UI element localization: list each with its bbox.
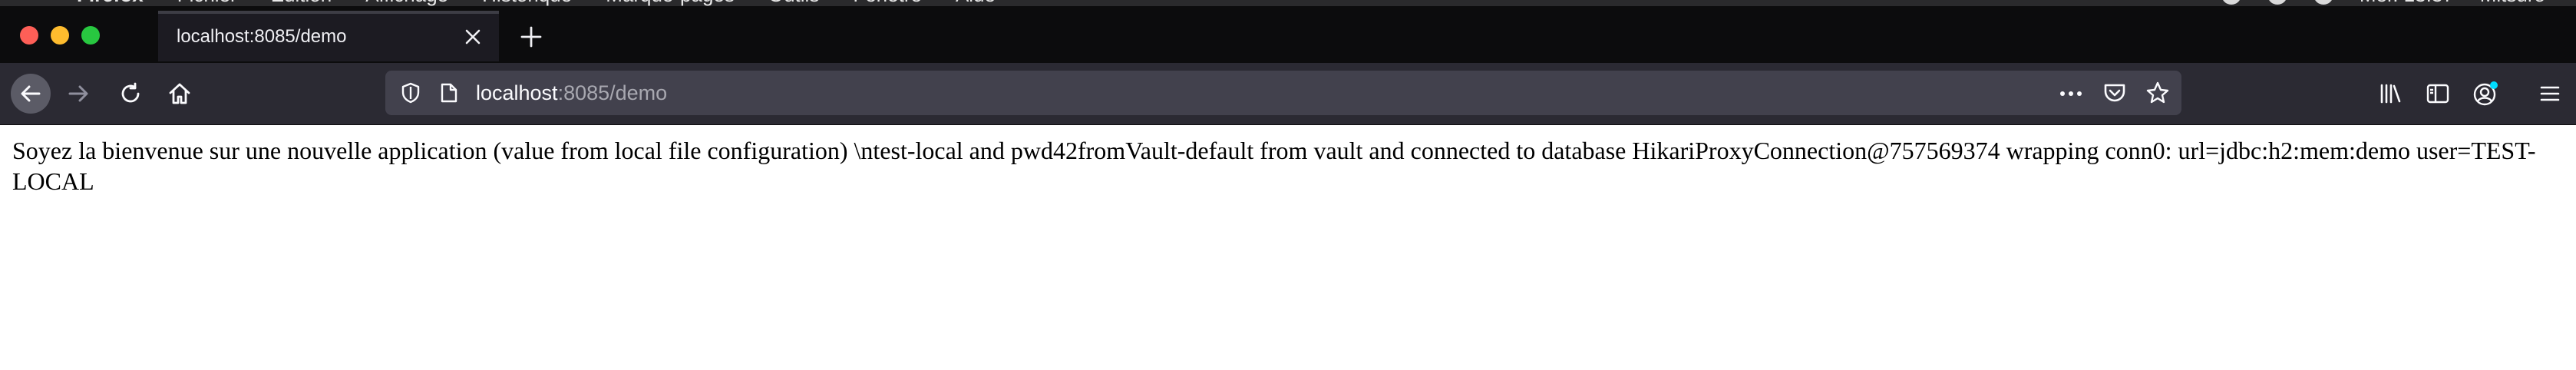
os-menu-item[interactable]: Marque-pages (606, 0, 735, 6)
back-arrow-icon[interactable] (11, 74, 51, 114)
star-icon[interactable] (2143, 78, 2172, 107)
sidebar-icon[interactable] (2421, 77, 2455, 111)
os-menu-item[interactable]: Historique (482, 0, 572, 6)
pocket-icon[interactable] (2100, 78, 2129, 107)
os-clock[interactable]: Mer. 13:37 (2360, 0, 2454, 6)
window-close-button[interactable] (20, 26, 38, 45)
home-icon[interactable] (161, 75, 198, 112)
os-menu-item[interactable]: Aide (956, 0, 996, 6)
status-icon[interactable] (2221, 0, 2241, 5)
plus-icon[interactable] (514, 20, 548, 54)
more-dots-icon[interactable] (2057, 80, 2085, 107)
os-menubar: Firefox Fichier Édition Affichage Histor… (0, 0, 2576, 6)
account-icon[interactable] (2469, 77, 2502, 111)
url-text[interactable]: localhost:8085/demo (476, 81, 667, 105)
page-icon[interactable] (436, 80, 462, 106)
url-host: localhost (476, 81, 558, 104)
window-minimize-button[interactable] (51, 26, 69, 45)
close-icon[interactable] (459, 23, 487, 51)
active-tab[interactable]: localhost:8085/demo (158, 11, 499, 61)
status-icon[interactable] (2313, 0, 2333, 5)
os-menu-item[interactable]: Outils (768, 0, 819, 6)
status-icon[interactable] (2267, 0, 2287, 5)
os-menu-app[interactable]: Firefox (77, 0, 144, 6)
library-icon[interactable] (2373, 77, 2407, 111)
os-user[interactable]: Mitsuro (2480, 0, 2545, 6)
os-menu-item[interactable]: Fichier (177, 0, 237, 6)
navigation-toolbar: localhost:8085/demo (0, 63, 2576, 125)
shield-icon[interactable] (398, 80, 424, 106)
os-menu-item[interactable]: Affichage (365, 0, 448, 6)
url-bar[interactable]: localhost:8085/demo (385, 71, 2181, 115)
tab-strip: localhost:8085/demo (0, 6, 2576, 63)
reload-icon[interactable] (112, 75, 149, 112)
window-zoom-button[interactable] (81, 26, 100, 45)
os-menu-item[interactable]: Édition (271, 0, 332, 6)
os-menus: Firefox Fichier Édition Affichage Histor… (77, 0, 996, 6)
os-status-area: Mer. 13:37 Mitsuro (2221, 0, 2545, 6)
forward-arrow-icon[interactable] (60, 75, 97, 112)
page-body-text: Soyez la bienvenue sur une nouvelle appl… (12, 137, 2536, 195)
url-path: :8085/demo (557, 81, 668, 104)
tab-title: localhost:8085/demo (177, 26, 347, 47)
hamburger-menu-icon[interactable] (2533, 77, 2567, 111)
os-menu-item[interactable]: Fenêtre (853, 0, 922, 6)
